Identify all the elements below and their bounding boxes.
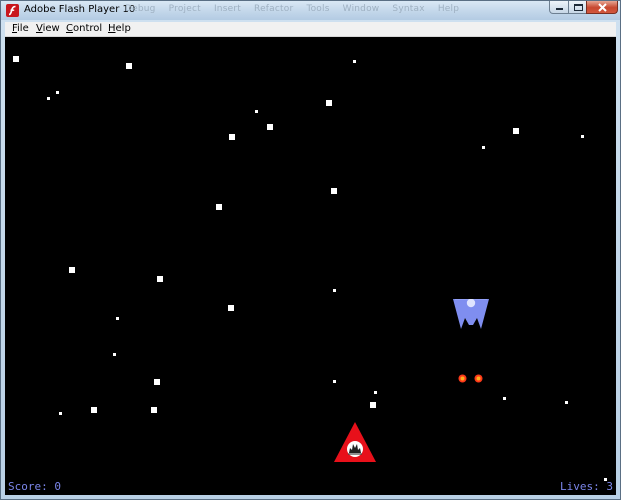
background-menu-label: Window [342,4,380,14]
background-menu-label: Project [168,4,201,14]
star [333,289,336,292]
menu-control[interactable]: Control [66,23,102,34]
star [154,379,160,385]
star [331,188,337,194]
flash-player-icon [6,4,19,17]
menu-bar: File View Control Help [5,22,616,37]
menu-help-accelerator: H [108,23,116,34]
star [126,63,132,69]
background-menu-label: Tools [306,4,330,14]
star [56,91,59,94]
menu-control-label: ontrol [72,23,103,34]
close-icon [598,3,607,12]
star [47,97,50,100]
star [374,391,377,394]
star [216,204,222,210]
menu-help-label: elp [115,23,131,34]
enemy-ship [453,299,489,329]
star [59,412,62,415]
star [255,110,258,113]
score-display: Score: 0 [8,480,61,493]
star [503,397,506,400]
star [91,407,97,413]
menu-file-label: ile [17,23,29,34]
menu-help[interactable]: Help [108,23,131,34]
star [151,407,157,413]
star [267,124,273,130]
star [513,128,519,134]
star [228,305,234,311]
title-bar[interactable]: Adobe Flash Player 10 Debug Project Inse… [1,1,620,20]
menu-view[interactable]: View [36,23,60,34]
star [333,380,336,383]
star [326,100,332,106]
background-menu-label: Help [437,4,460,14]
background-app-menu: Debug Project Insert Refactor Tools Wind… [125,4,469,14]
enemy-bullet [458,374,467,383]
star [13,56,19,62]
player-ship [334,422,376,462]
minimize-button[interactable] [549,1,569,14]
maximize-button[interactable] [568,1,587,14]
star [565,401,568,404]
background-menu-label: Insert [213,4,241,14]
minimize-icon [556,8,563,10]
star [116,317,119,320]
menu-file[interactable]: File [12,23,29,34]
star [69,267,75,273]
enemy-bullet [474,374,483,383]
flash-player-window: Adobe Flash Player 10 Debug Project Inse… [0,0,621,500]
menu-view-accelerator: V [36,23,43,34]
star [229,134,235,140]
window-title: Adobe Flash Player 10 [24,4,136,15]
menu-view-label: iew [42,23,60,34]
close-button[interactable] [586,1,618,14]
lives-display: Lives: 3 [560,480,613,493]
background-menu-label: Refactor [254,4,294,14]
star [353,60,356,63]
star [581,135,584,138]
star [482,146,485,149]
star [113,353,116,356]
background-menu-label: Syntax [392,4,425,14]
game-canvas[interactable]: Score: 0 Lives: 3 [5,37,616,495]
star [370,402,376,408]
background-menu-label: Debug [125,4,156,14]
menu-control-accelerator: C [66,23,73,34]
star [157,276,163,282]
